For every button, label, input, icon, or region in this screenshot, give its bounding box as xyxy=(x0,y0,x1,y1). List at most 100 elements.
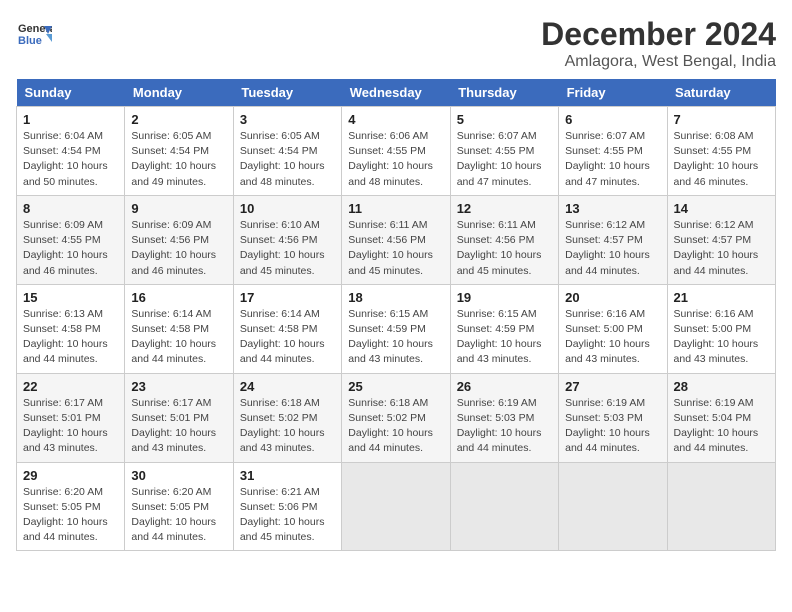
calendar-cell: 22 Sunrise: 6:17 AMSunset: 5:01 PMDayligh… xyxy=(17,373,125,462)
day-detail: Sunrise: 6:11 AMSunset: 4:56 PMDaylight:… xyxy=(348,218,443,279)
calendar-cell: 12Sunrise: 6:11 AMSunset: 4:56 PMDayligh… xyxy=(450,195,558,284)
day-detail: Sunrise: 6:12 AMSunset: 4:57 PMDaylight:… xyxy=(674,218,769,279)
day-detail: Sunrise: 6:19 AMSunset: 5:03 PMDaylight:… xyxy=(565,396,660,457)
day-detail: Sunrise: 6:14 AMSunset: 4:58 PMDaylight:… xyxy=(131,307,226,368)
day-detail: Sunrise: 6:20 AMSunset: 5:05 PMDaylight:… xyxy=(131,485,226,546)
day-number: 15 xyxy=(23,290,118,305)
day-detail: Sunrise: 6:19 AMSunset: 5:04 PMDaylight:… xyxy=(674,396,769,457)
day-detail: Sunrise: 6:16 AMSunset: 5:00 PMDaylight:… xyxy=(674,307,769,368)
day-number: 7 xyxy=(674,112,769,127)
day-number: 26 xyxy=(457,379,552,394)
column-header-tuesday: Tuesday xyxy=(233,79,341,107)
calendar-cell: 13Sunrise: 6:12 AMSunset: 4:57 PMDayligh… xyxy=(559,195,667,284)
day-number: 10 xyxy=(240,201,335,216)
day-number: 30 xyxy=(131,468,226,483)
column-header-friday: Friday xyxy=(559,79,667,107)
calendar-cell: 25 Sunrise: 6:18 AMSunset: 5:02 PMDayligh… xyxy=(342,373,450,462)
calendar-cell: 29 Sunrise: 6:20 AMSunset: 5:05 PMDayligh… xyxy=(17,462,125,551)
day-number: 14 xyxy=(674,201,769,216)
calendar-cell: 3Sunrise: 6:05 AMSunset: 4:54 PMDaylight… xyxy=(233,107,341,196)
day-detail: Sunrise: 6:19 AMSunset: 5:03 PMDaylight:… xyxy=(457,396,552,457)
calendar-week-row: 22 Sunrise: 6:17 AMSunset: 5:01 PMDayligh… xyxy=(17,373,776,462)
day-number: 22 xyxy=(23,379,118,394)
calendar-week-row: 29 Sunrise: 6:20 AMSunset: 5:05 PMDayligh… xyxy=(17,462,776,551)
svg-text:Blue: Blue xyxy=(18,35,42,47)
day-detail: Sunrise: 6:15 AMSunset: 4:59 PMDaylight:… xyxy=(348,307,443,368)
calendar-week-row: 1 Sunrise: 6:04 AMSunset: 4:54 PMDaylight… xyxy=(17,107,776,196)
day-detail: Sunrise: 6:14 AMSunset: 4:58 PMDaylight:… xyxy=(240,307,335,368)
header-row: SundayMondayTuesdayWednesdayThursdayFrid… xyxy=(17,79,776,107)
day-number: 19 xyxy=(457,290,552,305)
day-number: 3 xyxy=(240,112,335,127)
calendar-cell: 20 Sunrise: 6:16 AMSunset: 5:00 PMDayligh… xyxy=(559,284,667,373)
calendar-cell: 10Sunrise: 6:10 AMSunset: 4:56 PMDayligh… xyxy=(233,195,341,284)
day-number: 23 xyxy=(131,379,226,394)
page-header: General Blue December 2024 Amlagora, Wes… xyxy=(16,16,776,71)
calendar-cell: 15 Sunrise: 6:13 AMSunset: 4:58 PMDayligh… xyxy=(17,284,125,373)
day-number: 25 xyxy=(348,379,443,394)
day-number: 27 xyxy=(565,379,660,394)
calendar-cell xyxy=(450,462,558,551)
day-number: 6 xyxy=(565,112,660,127)
calendar-cell: 26 Sunrise: 6:19 AMSunset: 5:03 PMDayligh… xyxy=(450,373,558,462)
day-number: 28 xyxy=(674,379,769,394)
day-number: 2 xyxy=(131,112,226,127)
calendar-cell: 30 Sunrise: 6:20 AMSunset: 5:05 PMDayligh… xyxy=(125,462,233,551)
day-number: 8 xyxy=(23,201,118,216)
calendar-cell: 16Sunrise: 6:14 AMSunset: 4:58 PMDayligh… xyxy=(125,284,233,373)
calendar-cell: 11 Sunrise: 6:11 AMSunset: 4:56 PMDayligh… xyxy=(342,195,450,284)
day-detail: Sunrise: 6:07 AMSunset: 4:55 PMDaylight:… xyxy=(565,129,660,190)
day-detail: Sunrise: 6:17 AMSunset: 5:01 PMDaylight:… xyxy=(23,396,118,457)
day-detail: Sunrise: 6:13 AMSunset: 4:58 PMDaylight:… xyxy=(23,307,118,368)
day-number: 11 xyxy=(348,201,443,216)
logo: General Blue xyxy=(16,16,52,52)
calendar-week-row: 8 Sunrise: 6:09 AMSunset: 4:55 PMDaylight… xyxy=(17,195,776,284)
day-detail: Sunrise: 6:07 AMSunset: 4:55 PMDaylight:… xyxy=(457,129,552,190)
calendar-cell: 6 Sunrise: 6:07 AMSunset: 4:55 PMDaylight… xyxy=(559,107,667,196)
day-number: 20 xyxy=(565,290,660,305)
day-detail: Sunrise: 6:21 AMSunset: 5:06 PMDaylight:… xyxy=(240,485,335,546)
column-header-thursday: Thursday xyxy=(450,79,558,107)
calendar-cell xyxy=(342,462,450,551)
day-detail: Sunrise: 6:06 AMSunset: 4:55 PMDaylight:… xyxy=(348,129,443,190)
day-detail: Sunrise: 6:12 AMSunset: 4:57 PMDaylight:… xyxy=(565,218,660,279)
calendar-cell: 18 Sunrise: 6:15 AMSunset: 4:59 PMDayligh… xyxy=(342,284,450,373)
day-detail: Sunrise: 6:04 AMSunset: 4:54 PMDaylight:… xyxy=(23,129,118,190)
day-number: 5 xyxy=(457,112,552,127)
day-number: 12 xyxy=(457,201,552,216)
day-number: 18 xyxy=(348,290,443,305)
day-detail: Sunrise: 6:18 AMSunset: 5:02 PMDaylight:… xyxy=(348,396,443,457)
logo-icon: General Blue xyxy=(16,16,52,52)
day-number: 24 xyxy=(240,379,335,394)
day-detail: Sunrise: 6:17 AMSunset: 5:01 PMDaylight:… xyxy=(131,396,226,457)
calendar-cell xyxy=(559,462,667,551)
day-detail: Sunrise: 6:18 AMSunset: 5:02 PMDaylight:… xyxy=(240,396,335,457)
calendar-cell: 23 Sunrise: 6:17 AMSunset: 5:01 PMDayligh… xyxy=(125,373,233,462)
day-number: 9 xyxy=(131,201,226,216)
calendar-cell: 7Sunrise: 6:08 AMSunset: 4:55 PMDaylight… xyxy=(667,107,775,196)
day-number: 29 xyxy=(23,468,118,483)
day-detail: Sunrise: 6:16 AMSunset: 5:00 PMDaylight:… xyxy=(565,307,660,368)
day-detail: Sunrise: 6:15 AMSunset: 4:59 PMDaylight:… xyxy=(457,307,552,368)
day-detail: Sunrise: 6:09 AMSunset: 4:55 PMDaylight:… xyxy=(23,218,118,279)
column-header-wednesday: Wednesday xyxy=(342,79,450,107)
calendar-cell: 27 Sunrise: 6:19 AMSunset: 5:03 PMDayligh… xyxy=(559,373,667,462)
calendar-cell: 1 Sunrise: 6:04 AMSunset: 4:54 PMDaylight… xyxy=(17,107,125,196)
calendar-cell: 28 Sunrise: 6:19 AMSunset: 5:04 PMDayligh… xyxy=(667,373,775,462)
day-detail: Sunrise: 6:05 AMSunset: 4:54 PMDaylight:… xyxy=(131,129,226,190)
column-header-saturday: Saturday xyxy=(667,79,775,107)
day-number: 4 xyxy=(348,112,443,127)
calendar-cell: 8 Sunrise: 6:09 AMSunset: 4:55 PMDaylight… xyxy=(17,195,125,284)
day-number: 31 xyxy=(240,468,335,483)
calendar-title: December 2024 xyxy=(541,16,776,53)
calendar-table: SundayMondayTuesdayWednesdayThursdayFrid… xyxy=(16,79,776,551)
calendar-week-row: 15 Sunrise: 6:13 AMSunset: 4:58 PMDayligh… xyxy=(17,284,776,373)
day-detail: Sunrise: 6:20 AMSunset: 5:05 PMDaylight:… xyxy=(23,485,118,546)
day-number: 1 xyxy=(23,112,118,127)
calendar-cell: 2 Sunrise: 6:05 AMSunset: 4:54 PMDaylight… xyxy=(125,107,233,196)
calendar-cell: 24 Sunrise: 6:18 AMSunset: 5:02 PMDayligh… xyxy=(233,373,341,462)
day-number: 17 xyxy=(240,290,335,305)
day-number: 21 xyxy=(674,290,769,305)
day-detail: Sunrise: 6:09 AMSunset: 4:56 PMDaylight:… xyxy=(131,218,226,279)
calendar-cell: 19 Sunrise: 6:15 AMSunset: 4:59 PMDayligh… xyxy=(450,284,558,373)
